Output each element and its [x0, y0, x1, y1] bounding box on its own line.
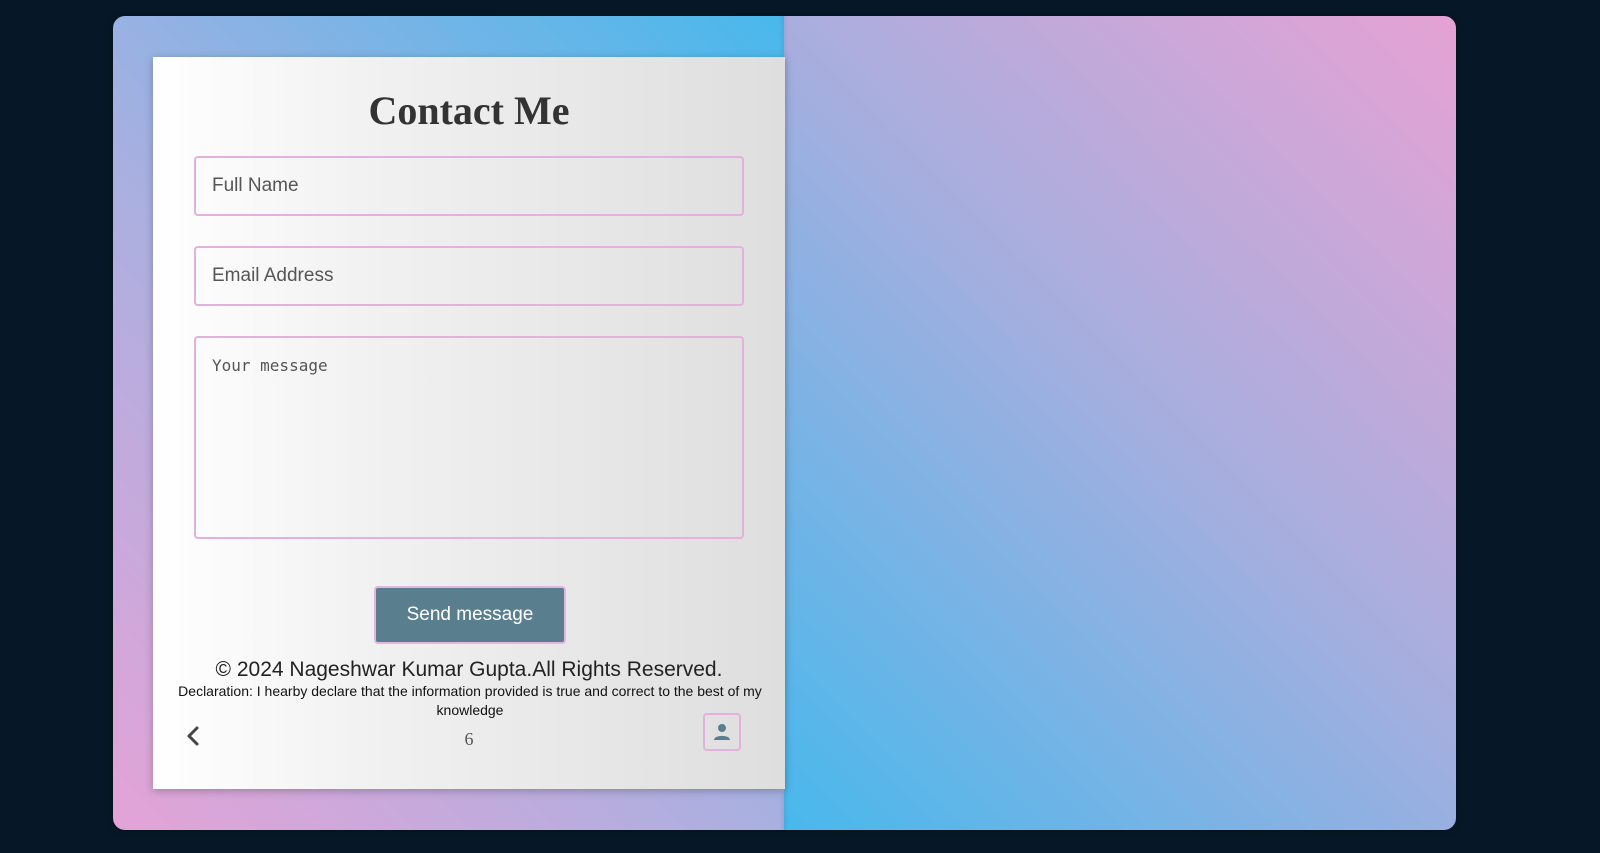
chevron-left-icon: [187, 726, 199, 746]
copyright-text: © 2024 Nageshwar Kumar Gupta.All Rights …: [215, 658, 723, 681]
email-input[interactable]: [194, 246, 744, 306]
user-icon: [714, 724, 730, 740]
send-message-button[interactable]: Send message: [374, 586, 566, 644]
page-title: Contact Me: [368, 88, 570, 133]
declaration-text: Declaration: I hearby declare that the i…: [178, 683, 762, 718]
contact-page: Contact Me Send message © 2024 Nageshwar…: [153, 57, 785, 789]
book: Contact Me Send message © 2024 Nageshwar…: [113, 16, 1456, 830]
full-name-input[interactable]: [194, 156, 744, 216]
message-textarea[interactable]: [194, 336, 744, 539]
previous-page-button[interactable]: [179, 720, 207, 752]
page-number: 6: [464, 729, 474, 749]
book-cover-right[interactable]: [784, 16, 1456, 830]
profile-button[interactable]: [703, 713, 741, 751]
